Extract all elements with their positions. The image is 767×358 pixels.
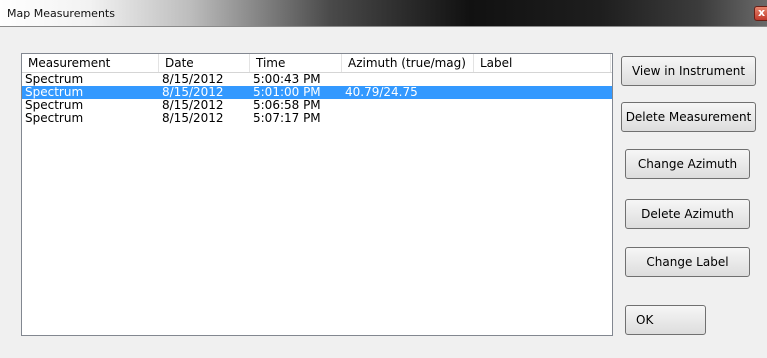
cell-measurement: Spectrum (25, 111, 84, 125)
change-label-button[interactable]: Change Label (625, 247, 750, 277)
column-header-time[interactable]: Time (250, 54, 342, 72)
delete-azimuth-button[interactable]: Delete Azimuth (625, 199, 750, 229)
view-in-instrument-button[interactable]: View in Instrument (621, 56, 756, 86)
close-icon: x (758, 6, 766, 19)
cell-time: 5:07:17 PM (253, 111, 321, 125)
column-header-date[interactable]: Date (159, 54, 250, 72)
table-row[interactable]: Spectrum 8/15/2012 5:07:17 PM (22, 112, 612, 125)
title-bar[interactable]: Map Measurements x (0, 0, 767, 27)
cell-azimuth: 40.79/24.75 (345, 85, 418, 99)
ok-button[interactable]: OK (625, 305, 706, 335)
window-title: Map Measurements (7, 7, 115, 20)
delete-measurement-button[interactable]: Delete Measurement (621, 102, 756, 132)
cell-date: 8/15/2012 (162, 111, 224, 125)
column-header-azimuth[interactable]: Azimuth (true/mag) (342, 54, 474, 72)
close-button[interactable]: x (754, 6, 767, 21)
list-header: Measurement Date Time Azimuth (true/mag)… (22, 54, 612, 73)
measurement-list[interactable]: Measurement Date Time Azimuth (true/mag)… (21, 53, 613, 336)
change-azimuth-button[interactable]: Change Azimuth (625, 149, 750, 179)
column-header-label[interactable]: Label (474, 54, 611, 72)
column-header-measurement[interactable]: Measurement (22, 54, 159, 72)
